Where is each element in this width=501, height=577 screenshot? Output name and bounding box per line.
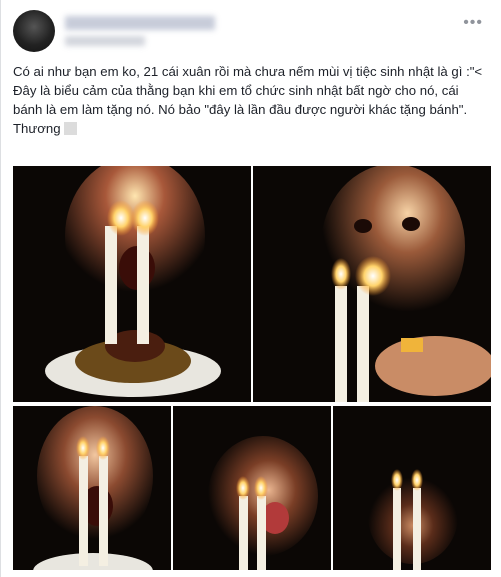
photo-1-image	[13, 166, 251, 402]
post-card: ••• Có ai như bạn em ko, 21 cái xuân rồi…	[0, 0, 501, 577]
post-meta-blurred[interactable]	[65, 36, 145, 46]
post-line-2-text: Đây là biểu cảm của thằng bạn khi em tổ …	[13, 83, 468, 136]
photo-2-image	[253, 166, 491, 402]
photo-4-image	[173, 406, 331, 577]
photo-1[interactable]	[13, 166, 251, 402]
post-line-1: Có ai như bạn em ko, 21 cái xuân rồi mà …	[13, 64, 483, 79]
photo-3-image	[13, 406, 171, 577]
photo-2[interactable]	[253, 166, 491, 402]
author-name-blurred[interactable]	[65, 16, 215, 30]
photo-grid	[13, 166, 491, 577]
photo-4[interactable]	[173, 406, 331, 577]
photo-5-image	[333, 406, 491, 577]
photo-5[interactable]	[333, 406, 491, 577]
post-line-2: Đây là biểu cảm của thằng bạn khi em tổ …	[13, 81, 491, 138]
more-options-icon[interactable]: •••	[463, 14, 483, 32]
post-text: Có ai như bạn em ko, 21 cái xuân rồi mà …	[13, 62, 491, 138]
post-footer	[1, 570, 501, 577]
post-header: •••	[13, 8, 483, 56]
emoji-icon	[64, 122, 78, 135]
photo-3[interactable]	[13, 406, 171, 577]
author-avatar[interactable]	[13, 10, 55, 52]
